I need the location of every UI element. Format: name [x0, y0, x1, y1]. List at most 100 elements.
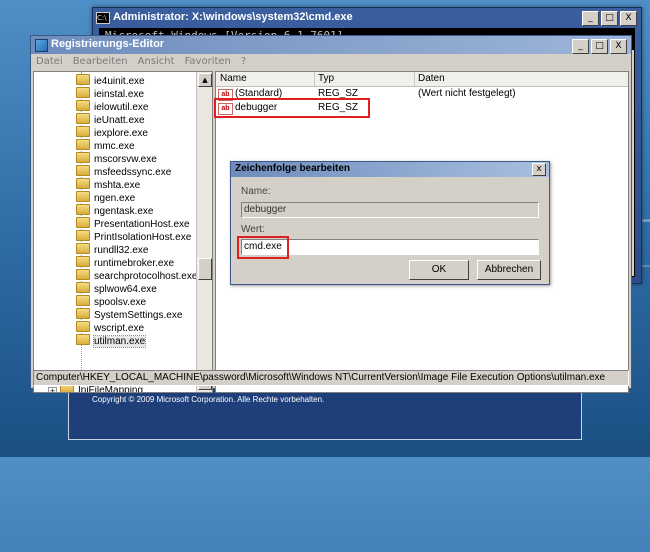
cmd-window-controls: _ □ X [582, 11, 637, 26]
regedit-minimize-button[interactable]: _ [572, 39, 589, 54]
folder-icon [76, 87, 90, 98]
folder-icon [76, 74, 90, 85]
tree-item-label: mmc.exe [94, 141, 135, 152]
tree-item-label: utilman.exe [92, 335, 147, 348]
dialog-close-button[interactable]: x [532, 163, 546, 176]
column-name[interactable]: Name [216, 72, 315, 86]
column-type[interactable]: Typ [314, 72, 415, 86]
ok-button[interactable]: OK [409, 260, 469, 280]
folder-icon [76, 243, 90, 254]
cmd-maximize-button[interactable]: □ [601, 11, 618, 26]
menu-datei[interactable]: Datei [36, 54, 63, 70]
cmd-close-button[interactable]: X [620, 11, 637, 26]
tree-item-ieunatt-exe[interactable]: ieUnatt.exe [76, 113, 145, 126]
copyright-text: Copyright © 2009 Microsoft Corporation. … [92, 395, 325, 404]
tree-item-mshta-exe[interactable]: mshta.exe [76, 178, 140, 191]
folder-icon [76, 282, 90, 293]
column-data[interactable]: Daten [414, 72, 618, 86]
tree-item-iexplore-exe[interactable]: iexplore.exe [76, 126, 148, 139]
tree-item-rundll32-exe[interactable]: rundll32.exe [76, 243, 148, 256]
menu-bearbeiten[interactable]: Bearbeiten [73, 54, 128, 70]
tree-item-ngentask-exe[interactable]: ngentask.exe [76, 204, 154, 217]
tree-item-ngen-exe[interactable]: ngen.exe [76, 191, 135, 204]
folder-icon [76, 100, 90, 111]
tree-item-label: iexplore.exe [94, 128, 148, 139]
tree-item-systemsettings-exe[interactable]: SystemSettings.exe [76, 308, 182, 321]
tree-item-ielowutil-exe[interactable]: ielowutil.exe [76, 100, 148, 113]
tree-item-ieinstal-exe[interactable]: ieinstal.exe [76, 87, 144, 100]
folder-icon [76, 217, 90, 228]
tree-item-msfeedssync-exe[interactable]: msfeedssync.exe [76, 165, 171, 178]
tree-item-label: ngen.exe [94, 193, 136, 204]
tree-item-label: msfeedssync.exe [94, 167, 172, 178]
tree-item-label: spoolsv.exe [94, 297, 147, 308]
folder-icon [76, 308, 90, 319]
highlight-value-input [237, 236, 289, 259]
tree-item-utilman-exe[interactable]: utilman.exe [76, 334, 147, 348]
tree-item-wscript-exe[interactable]: wscript.exe [76, 321, 144, 334]
tree-item-label: SystemSettings.exe [94, 310, 183, 321]
folder-icon [76, 204, 90, 215]
tree-item-spoolsv-exe[interactable]: spoolsv.exe [76, 295, 146, 308]
tree-item-runtimebroker-exe[interactable]: runtimebroker.exe [76, 256, 174, 269]
cmd-title: Administrator: X:\windows\system32\cmd.e… [113, 11, 353, 23]
folder-icon [76, 256, 90, 267]
cmd-minimize-button[interactable]: _ [582, 11, 599, 26]
tree-item-mscorsvw-exe[interactable]: mscorsvw.exe [76, 152, 157, 165]
tree-item-searchprotocolhost-exe[interactable]: searchprotocolhost.exe [76, 269, 197, 282]
folder-icon [76, 230, 90, 241]
tree-item-label: runtimebroker.exe [94, 258, 175, 269]
status-bar: Computer\HKEY_LOCAL_MACHINE\password\Mic… [33, 370, 629, 386]
name-label: Name: [241, 186, 271, 197]
tree-item-label: searchprotocolhost.exe [94, 271, 198, 282]
folder-icon [76, 321, 90, 332]
tree-scroll-thumb[interactable] [198, 258, 212, 280]
regedit-titlebar[interactable]: Registrierungs-Editor _ □ X [31, 36, 631, 54]
tree-item-mmc-exe[interactable]: mmc.exe [76, 139, 135, 152]
regedit-maximize-button[interactable]: □ [591, 39, 608, 54]
folder-icon [76, 295, 90, 306]
value-label: Wert: [241, 224, 265, 235]
folder-icon [76, 334, 90, 345]
tree-item-label: ie4uinit.exe [94, 76, 145, 87]
folder-icon [76, 191, 90, 202]
registry-tree[interactable]: ie4uinit.exe ieinstal.exe ielowutil.exe ieU… [33, 71, 213, 393]
menu-ansicht[interactable]: Ansicht [138, 54, 175, 70]
tree-item-label: ieinstal.exe [94, 89, 145, 100]
tree-item-presentationhost-exe[interactable]: PresentationHost.exe [76, 217, 190, 230]
tree-item-label: ngentask.exe [94, 206, 154, 217]
folder-icon [76, 139, 90, 150]
regedit-icon [35, 39, 48, 52]
tree-item-splwow64-exe[interactable]: splwow64.exe [76, 282, 157, 295]
cmd-icon: C:\ [96, 12, 110, 24]
folder-icon [76, 152, 90, 163]
regedit-window-controls: _ □ X [572, 39, 627, 54]
folder-icon [76, 269, 90, 280]
tree-vertical-scrollbar[interactable]: ▲ ▼ [196, 72, 212, 392]
list-header: Name Typ Daten [216, 72, 628, 87]
scroll-up-arrow-icon[interactable]: ▲ [198, 73, 212, 87]
tree-item-label: rundll32.exe [94, 245, 149, 256]
tree-item-label: ieUnatt.exe [94, 115, 145, 126]
menu-help[interactable]: ? [241, 54, 246, 70]
highlight-debugger-row [214, 98, 370, 118]
edit-string-dialog[interactable]: Zeichenfolge bearbeiten x Name: debugger… [230, 161, 550, 285]
menu-favoriten[interactable]: Favoriten [185, 54, 231, 70]
tree-item-label: wscript.exe [94, 323, 145, 334]
menu-bar: Datei Bearbeiten Ansicht Favoriten ? [31, 54, 631, 70]
regedit-close-button[interactable]: X [610, 39, 627, 54]
dialog-titlebar[interactable]: Zeichenfolge bearbeiten x [231, 162, 549, 177]
folder-icon [76, 165, 90, 176]
tree-expander-icon[interactable]: + [48, 387, 57, 392]
tree-item-label: PresentationHost.exe [94, 219, 190, 230]
folder-icon [76, 126, 90, 137]
folder-icon [76, 178, 90, 189]
tree-item-label: splwow64.exe [94, 284, 157, 295]
tree-item-ie4uinit-exe[interactable]: ie4uinit.exe [76, 74, 145, 87]
folder-icon [76, 113, 90, 124]
name-field: debugger [241, 202, 539, 218]
tree-item-label: ielowutil.exe [94, 102, 149, 113]
tree-item-label: PrintIsolationHost.exe [94, 232, 192, 243]
cancel-button[interactable]: Abbrechen [477, 260, 541, 280]
tree-item-printisolationhost-exe[interactable]: PrintIsolationHost.exe [76, 230, 191, 243]
